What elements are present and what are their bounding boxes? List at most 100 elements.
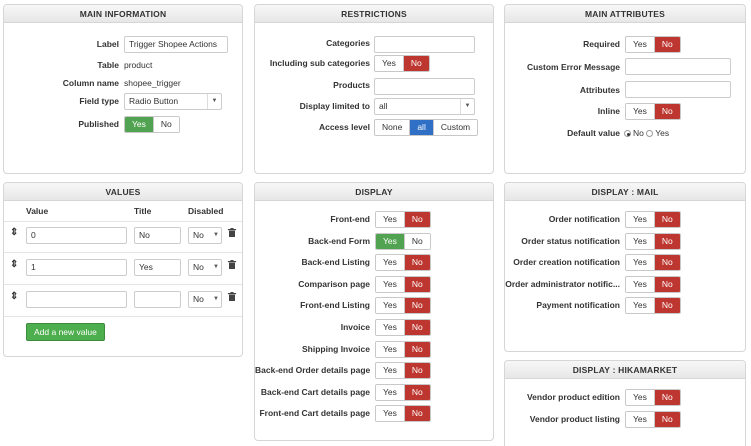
sub-categories-toggle[interactable]: Yes No — [374, 55, 430, 72]
required-yes-button[interactable]: Yes — [626, 37, 655, 52]
yes-no-toggle[interactable]: Yes No — [375, 340, 431, 358]
yes-no-toggle[interactable]: Yes No — [375, 297, 431, 315]
default-no-radio[interactable] — [624, 130, 631, 137]
yes-no-toggle[interactable]: Yes No — [375, 275, 431, 293]
no-button[interactable]: No — [404, 298, 430, 314]
sub-categories-no-button[interactable]: No — [403, 56, 429, 71]
yes-button[interactable]: Yes — [626, 255, 655, 271]
access-none-button[interactable]: None — [375, 120, 411, 135]
display-mail-panel: DISPLAY : MAIL Order notification Yes No Or… — [504, 182, 746, 352]
no-button[interactable]: No — [654, 255, 680, 271]
products-input[interactable] — [374, 78, 475, 95]
yes-no-toggle[interactable]: Yes No — [375, 383, 431, 401]
yes-button[interactable]: Yes — [376, 406, 405, 422]
value-input[interactable]: 1 — [26, 259, 127, 276]
published-yes-button[interactable]: Yes — [125, 117, 154, 132]
yes-button[interactable]: Yes — [376, 212, 405, 227]
no-button[interactable]: No — [404, 320, 430, 335]
published-toggle[interactable]: Yes No — [124, 116, 180, 133]
yes-button[interactable]: Yes — [376, 320, 405, 335]
required-toggle[interactable]: Yes No — [625, 36, 681, 53]
value-input[interactable] — [26, 291, 127, 308]
no-button[interactable]: No — [404, 212, 430, 227]
yes-no-toggle[interactable]: Yes No — [625, 211, 681, 228]
yes-button[interactable]: Yes — [376, 341, 405, 357]
drag-handle-icon[interactable]: ⇕ — [10, 228, 18, 238]
add-new-value-button[interactable]: Add a new value — [26, 323, 105, 341]
display-option-label: Order notification — [548, 214, 620, 224]
display-option-label: Front-end Cart details page — [259, 408, 370, 419]
no-button[interactable]: No — [404, 406, 430, 422]
yes-button[interactable]: Yes — [626, 212, 655, 227]
display-option-label: Invoice — [340, 322, 370, 332]
value-input[interactable]: 0 — [26, 227, 127, 244]
no-button[interactable]: No — [654, 298, 680, 314]
yes-button[interactable]: Yes — [376, 384, 405, 400]
yes-button[interactable]: Yes — [376, 276, 405, 292]
yes-button[interactable]: Yes — [376, 233, 405, 249]
drag-handle-icon[interactable]: ⇕ — [10, 292, 18, 302]
yes-button[interactable]: Yes — [376, 298, 405, 314]
yes-no-toggle[interactable]: Yes No — [375, 362, 431, 380]
yes-no-toggle[interactable]: Yes No — [375, 254, 431, 272]
yes-no-toggle[interactable]: Yes No — [625, 297, 681, 315]
no-button[interactable]: No — [654, 233, 680, 249]
no-button[interactable]: No — [404, 233, 430, 249]
inline-yes-button[interactable]: Yes — [626, 104, 655, 119]
disabled-select[interactable]: No ▼ — [188, 259, 222, 276]
no-button[interactable]: No — [404, 384, 430, 400]
display-limited-select[interactable]: all ▼ — [374, 98, 475, 115]
yes-no-toggle[interactable]: Yes No — [375, 232, 431, 250]
yes-button[interactable]: Yes — [626, 411, 655, 427]
no-button[interactable]: No — [404, 276, 430, 292]
disabled-select[interactable]: No ▼ — [188, 291, 222, 308]
categories-input[interactable] — [374, 36, 475, 53]
yes-no-toggle[interactable]: Yes No — [375, 211, 431, 228]
published-no-button[interactable]: No — [153, 117, 179, 132]
required-no-button[interactable]: No — [654, 37, 680, 52]
yes-button[interactable]: Yes — [626, 233, 655, 249]
disabled-select[interactable]: No ▼ — [188, 227, 222, 244]
sub-categories-yes-button[interactable]: Yes — [375, 56, 404, 71]
attributes-input[interactable] — [625, 81, 731, 98]
no-button[interactable]: No — [404, 341, 430, 357]
yes-no-toggle[interactable]: Yes No — [625, 389, 681, 406]
yes-button[interactable]: Yes — [626, 298, 655, 314]
no-button[interactable]: No — [654, 212, 680, 227]
access-level-toggle[interactable]: None all Custom — [374, 119, 479, 136]
yes-no-toggle[interactable]: Yes No — [375, 405, 431, 423]
yes-button[interactable]: Yes — [626, 390, 655, 405]
field-type-select[interactable]: Radio Button ▼ — [124, 93, 222, 110]
access-all-button[interactable]: all — [410, 120, 434, 135]
no-button[interactable]: No — [404, 255, 430, 271]
yes-no-toggle[interactable]: Yes No — [625, 254, 681, 272]
yes-button[interactable]: Yes — [626, 276, 655, 292]
inline-toggle[interactable]: Yes No — [625, 103, 681, 120]
display-title: DISPLAY — [255, 183, 493, 201]
access-custom-button[interactable]: Custom — [433, 120, 478, 135]
no-button[interactable]: No — [654, 390, 680, 405]
display-option-label: Vendor product edition — [526, 392, 620, 402]
default-no-label: No — [633, 128, 644, 138]
drag-handle-icon[interactable]: ⇕ — [10, 260, 18, 270]
trash-icon[interactable] — [228, 292, 236, 301]
title-input[interactable]: No — [134, 227, 181, 244]
yes-no-toggle[interactable]: Yes No — [625, 410, 681, 428]
inline-no-button[interactable]: No — [654, 104, 680, 119]
no-button[interactable]: No — [654, 276, 680, 292]
default-yes-radio[interactable] — [646, 130, 654, 137]
yes-no-toggle[interactable]: Yes No — [625, 232, 681, 250]
custom-error-input[interactable] — [625, 58, 731, 75]
yes-button[interactable]: Yes — [376, 363, 405, 379]
label-input[interactable]: Trigger Shopee Actions — [124, 36, 228, 53]
sub-categories-label: Including sub categories — [269, 58, 370, 68]
no-button[interactable]: No — [404, 363, 430, 379]
title-input[interactable] — [134, 291, 181, 308]
no-button[interactable]: No — [654, 411, 680, 427]
yes-button[interactable]: Yes — [376, 255, 405, 271]
trash-icon[interactable] — [228, 260, 236, 269]
trash-icon[interactable] — [228, 228, 236, 237]
yes-no-toggle[interactable]: Yes No — [625, 275, 681, 293]
yes-no-toggle[interactable]: Yes No — [375, 319, 431, 336]
title-input[interactable]: Yes — [134, 259, 181, 276]
